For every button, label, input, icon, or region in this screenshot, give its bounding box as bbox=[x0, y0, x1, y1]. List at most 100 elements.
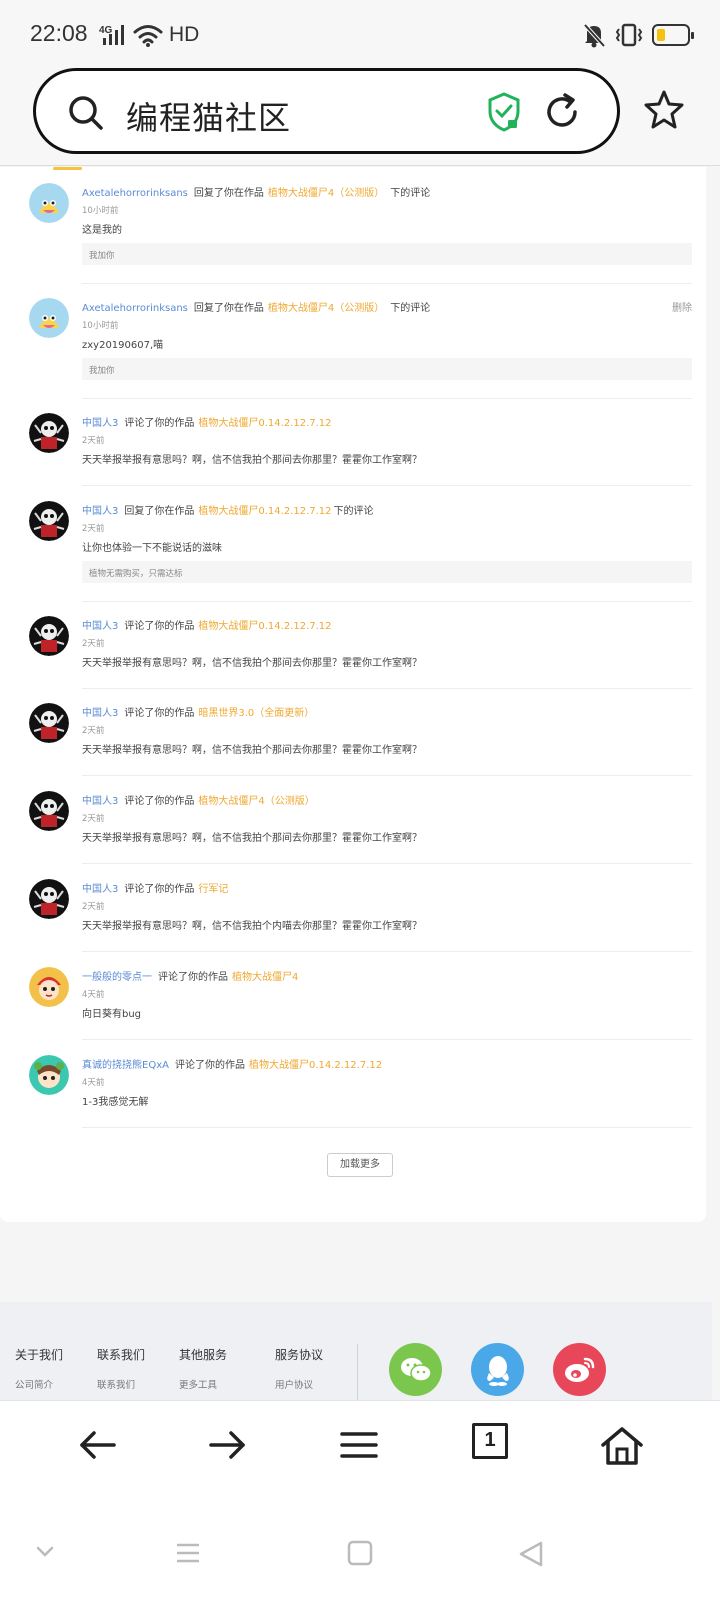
wechat-button[interactable] bbox=[389, 1343, 442, 1396]
footer-link[interactable]: 联系我们 bbox=[97, 1377, 145, 1391]
username-link[interactable]: 中国人3 bbox=[82, 796, 118, 807]
comment-time: 4天前 bbox=[82, 1078, 105, 1088]
comment-action: 评论了你的作品 bbox=[124, 708, 195, 719]
site-footer: 关于我们 公司简介 联系我们 联系我们 其他服务 更多工具 服务协议 用户协议 bbox=[0, 1302, 712, 1400]
comment-text: 天天举报举报有意思吗？啊，信不信我拍个那间去你那里？霍霍你工作室啊？ bbox=[82, 455, 422, 466]
comment-time: 2天前 bbox=[82, 902, 105, 912]
tabs-icon[interactable]: 1 bbox=[472, 1423, 508, 1459]
active-tab-indicator bbox=[53, 167, 82, 170]
username-link[interactable]: Axetalehorrorinksans bbox=[82, 303, 188, 314]
divider bbox=[82, 1039, 692, 1040]
weibo-button[interactable] bbox=[553, 1343, 606, 1396]
avatar[interactable] bbox=[29, 879, 69, 919]
avatar[interactable] bbox=[29, 791, 69, 831]
system-navigation-bar bbox=[0, 1498, 720, 1600]
address-bar[interactable]: 编程猫社区 bbox=[33, 68, 620, 154]
username-link[interactable]: 中国人3 bbox=[82, 884, 118, 895]
comment-text: 天天举报举报有意思吗？啊，信不信我拍个那间去你那里？霍霍你工作室啊？ bbox=[82, 833, 422, 844]
comment-text: 天天举报举报有意思吗？啊，信不信我拍个那间去你那里？霍霍你工作室啊？ bbox=[82, 745, 422, 756]
browser-toolbar: 编程猫社区 bbox=[0, 66, 720, 166]
browser-bottom-nav: 1 bbox=[0, 1400, 720, 1498]
footer-column: 服务协议 用户协议 bbox=[275, 1346, 323, 1391]
system-indicators bbox=[582, 22, 694, 48]
toolbar-divider bbox=[0, 165, 720, 166]
comment-time: 4天前 bbox=[82, 990, 105, 1000]
quoted-comment: 我加你 bbox=[82, 243, 692, 265]
comment-text: 这是我的 bbox=[82, 225, 122, 236]
avatar[interactable] bbox=[29, 703, 69, 743]
work-link[interactable]: 植物大战僵尸4（公测版） bbox=[198, 796, 314, 807]
quoted-comment: 我加你 bbox=[82, 358, 692, 380]
footer-link[interactable]: 用户协议 bbox=[275, 1377, 323, 1391]
work-link[interactable]: 行军记 bbox=[198, 884, 228, 895]
comment-action: 回复了你在作品 bbox=[193, 303, 264, 314]
back-arrow-icon[interactable] bbox=[78, 1425, 118, 1465]
menu-icon[interactable] bbox=[339, 1425, 379, 1465]
url-text[interactable]: 编程猫社区 bbox=[126, 93, 291, 139]
avatar[interactable] bbox=[29, 501, 69, 541]
refresh-icon[interactable] bbox=[541, 91, 583, 133]
footer-column: 其他服务 更多工具 bbox=[179, 1346, 227, 1391]
home-square-icon[interactable] bbox=[347, 1540, 373, 1566]
username-link[interactable]: Axetalehorrorinksans bbox=[82, 188, 188, 199]
weibo-icon bbox=[564, 1357, 594, 1382]
avatar[interactable] bbox=[29, 616, 69, 656]
battery-icon bbox=[652, 24, 694, 46]
username-link[interactable]: 中国人3 bbox=[82, 418, 118, 429]
mute-bell-icon bbox=[583, 23, 606, 48]
avatar[interactable] bbox=[29, 413, 69, 453]
hd-label: HD bbox=[169, 23, 200, 46]
footer-link[interactable]: 公司简介 bbox=[15, 1377, 63, 1391]
work-link[interactable]: 植物大战僵尸0.14.2.12.7.12 bbox=[198, 418, 331, 429]
username-link[interactable]: 中国人3 bbox=[82, 708, 118, 719]
avatar[interactable] bbox=[29, 298, 69, 338]
work-link[interactable]: 植物大战僵尸0.14.2.12.7.12 bbox=[198, 506, 331, 517]
footer-separator bbox=[357, 1344, 358, 1400]
avatar[interactable] bbox=[29, 967, 69, 1007]
username-link[interactable]: 中国人3 bbox=[82, 621, 118, 632]
load-more-button[interactable]: 加载更多 bbox=[327, 1153, 393, 1177]
wifi-icon bbox=[133, 25, 163, 47]
comment-text: 向日葵有bug bbox=[82, 1009, 142, 1020]
work-link[interactable]: 植物大战僵尸0.14.2.12.7.12 bbox=[198, 621, 331, 632]
forward-arrow-icon[interactable] bbox=[207, 1425, 247, 1465]
work-link[interactable]: 暗黑世界3.0（全面更新） bbox=[198, 708, 314, 719]
comment-time: 2天前 bbox=[82, 639, 105, 649]
work-link[interactable]: 植物大战僵尸0.14.2.12.7.12 bbox=[249, 1060, 382, 1071]
status-bar: 22:08 4G HD bbox=[0, 0, 720, 66]
username-link[interactable]: 真诚的挠挠熊EQxA bbox=[82, 1060, 169, 1071]
status-time: 22:08 bbox=[30, 20, 88, 46]
star-icon[interactable] bbox=[642, 88, 686, 132]
divider bbox=[82, 601, 692, 602]
avatar[interactable] bbox=[29, 183, 69, 223]
shield-check-icon[interactable] bbox=[486, 91, 522, 133]
divider bbox=[82, 1127, 692, 1128]
comment-action: 评论了你的作品 bbox=[158, 972, 228, 983]
comment-action: 评论了你的作品 bbox=[124, 621, 195, 632]
comment-time: 10小时前 bbox=[82, 321, 119, 331]
comment-action: 评论了你的作品 bbox=[124, 796, 195, 807]
username-link[interactable]: 一般般的零点一 bbox=[82, 972, 152, 983]
home-icon[interactable] bbox=[600, 1425, 644, 1467]
divider bbox=[82, 688, 692, 689]
recents-icon[interactable] bbox=[175, 1540, 201, 1566]
divider bbox=[82, 775, 692, 776]
work-link[interactable]: 植物大战僵尸4（公测版） bbox=[268, 188, 384, 199]
battery-fill bbox=[657, 29, 665, 41]
username-link[interactable]: 中国人3 bbox=[82, 506, 118, 517]
work-link[interactable]: 植物大战僵尸4（公测版） bbox=[268, 303, 384, 314]
avatar[interactable] bbox=[29, 1055, 69, 1095]
network-indicators: 4G HD bbox=[99, 22, 199, 48]
chevron-down-icon[interactable] bbox=[35, 1545, 55, 1559]
wechat-icon bbox=[400, 1357, 432, 1382]
comment-action: 评论了你的作品 bbox=[124, 418, 195, 429]
back-triangle-icon[interactable] bbox=[517, 1540, 545, 1568]
work-link[interactable]: 植物大战僵尸4 bbox=[232, 972, 298, 983]
comment-time: 2天前 bbox=[82, 726, 105, 736]
vibrate-icon bbox=[615, 23, 643, 47]
qq-button[interactable] bbox=[471, 1343, 524, 1396]
footer-link[interactable]: 更多工具 bbox=[179, 1377, 227, 1391]
divider bbox=[82, 863, 692, 864]
footer-column: 关于我们 公司简介 bbox=[15, 1346, 63, 1391]
delete-button[interactable]: 删除 bbox=[672, 299, 692, 314]
